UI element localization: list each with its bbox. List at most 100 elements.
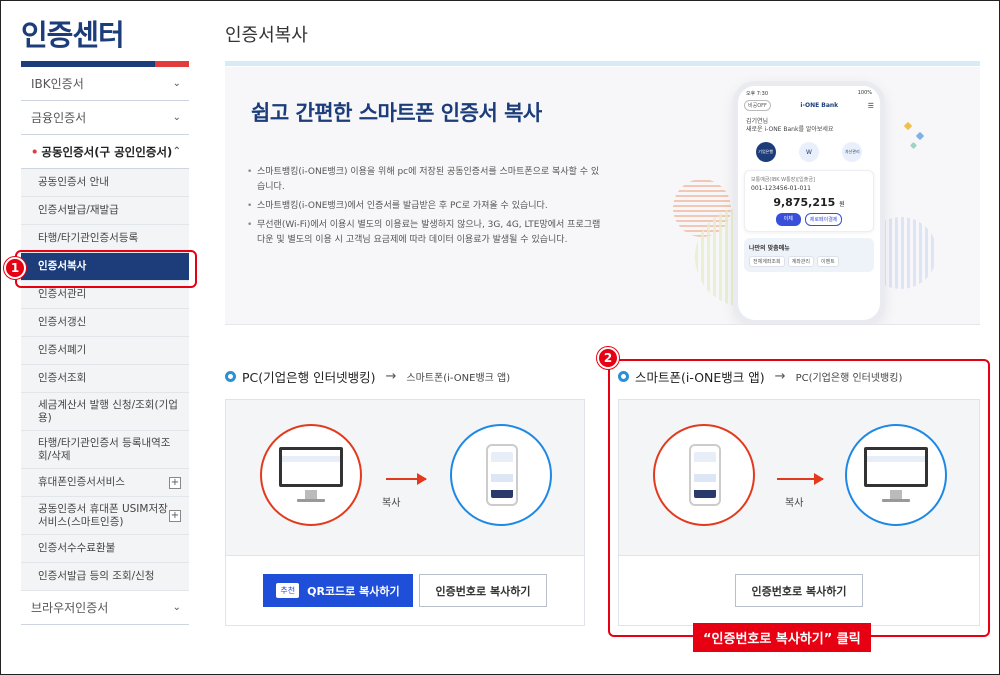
section-subtitle: 스마트폰(i-ONE뱅크 앱) [406,373,511,384]
sidebar-subitem-label: 타행/타기관인증서등록 [38,232,139,244]
sidebar-subitem-issue-inquiry[interactable]: 인증서발급 등의 조회/신청 [21,563,189,591]
monitor-icon [279,447,343,487]
hero-heading: 쉽고 간편한 스마트폰 인증서 복사 [251,101,542,125]
sidebar: 인증센터 IBK인증서 ⌄ 금융인증서 ⌄ 공동인증서(구 공인인증서) ⌃ 공… [21,11,189,625]
phone-zeropay-button: 제로페이결제 [804,213,843,226]
phone-quick-icons: 기업은행 W 자산관리 [738,138,880,166]
phone-mockup: 오후 7:30 100% 비공OFF i-ONE Bank ☰ 김기연님 새로운… [733,81,885,324]
recommend-tag: 추천 [276,583,300,598]
phone-account-name: 보통예금(IBK W통장)[입출금] [751,177,815,183]
section-pc-to-phone-heading: PC(기업은행 인터넷뱅킹) → 스마트폰(i-ONE뱅크 앱) [225,367,510,386]
sidebar-subitem-tax-invoice[interactable]: 세금계산서 발행 신청/조회(기업용) [21,393,189,431]
sidebar-subitem-label: 휴대폰인증서서비스 [38,476,125,488]
sidebar-subitem-label: 인증서조회 [38,372,87,384]
sidebar-subitem-label: 인증서갱신 [38,316,87,328]
panel-pc-to-phone: 복사 추천 QR코드로 복사하기 인증번호로 복사하기 [225,399,585,626]
sidebar-subitem-label: 세금계산서 발행 신청/조회(기업용) [38,398,178,424]
phone-menu-tags: 전체계좌조회 계좌관리 이벤트 [749,256,869,267]
chevron-down-icon: ⌄ [172,78,181,89]
sidebar-item-label: IBK인증서 [31,77,84,91]
sidebar-title-bar [21,61,189,67]
phone-menu-tag: 전체계좌조회 [749,256,785,267]
page-title: 인증서복사 [225,25,308,46]
sidebar-item-label: 브라우저인증서 [31,601,109,615]
panel-actions: 추천 QR코드로 복사하기 인증번호로 복사하기 [226,555,584,625]
chevron-down-icon: ⌄ [172,602,181,613]
phone-icon-label: 기업은행 [758,149,774,154]
asset-icon: 자산관리 [842,142,863,162]
sidebar-subitem-renew[interactable]: 인증서갱신 [21,309,189,337]
phone-transfer-button: 이체 [775,213,801,226]
phone-account-card: 보통예금(IBK W통장)[입출금] 001-123456-01-011 9,8… [744,170,874,232]
qr-copy-button[interactable]: 추천 QR코드로 복사하기 [263,574,413,607]
highlight-box-phone-to-pc [608,359,990,637]
sidebar-subitem-issue[interactable]: 인증서발급/재발급 [21,197,189,225]
phone-account-number: 001-123456-01-011 [751,185,811,192]
phone-icon-label: W [806,148,812,156]
sidebar-item-browser-cert[interactable]: 브라우저인증서 ⌄ [21,591,189,625]
hero-bullet: 스마트뱅킹(i-ONE뱅크) 이용을 위해 pc에 저장된 공동인증서를 스마트… [247,165,607,195]
plus-icon[interactable]: + [169,476,181,489]
sidebar-title: 인증센터 [21,18,125,52]
sidebar-item-ibk-cert[interactable]: IBK인증서 ⌄ [21,67,189,101]
arrow-right-icon [386,473,427,485]
hero-banner: 쉽고 간편한 스마트폰 인증서 복사 스마트뱅킹(i-ONE뱅크) 이용을 위해… [225,67,980,325]
hero-bullets: 스마트뱅킹(i-ONE뱅크) 이용을 위해 pc에 저장된 공동인증서를 스마트… [247,165,607,252]
phone-bank-name: i-ONE Bank [800,102,839,109]
sidebar-subitem-other-bank-history[interactable]: 타행/타기관인증서 등록내역조회/삭제 [21,431,189,469]
phone-pill: 비공OFF [744,100,771,111]
sidebar-subitem-revoke[interactable]: 인증서폐기 [21,337,189,365]
hero-bullet: 무선랜(Wi-Fi)에서 이용시 별도의 이용료는 발생하지 않으나, 3G, … [247,218,607,248]
section-title: PC(기업은행 인터넷뱅킹) [242,370,376,385]
decor-sparkle [915,131,925,141]
hero-bullet: 스마트뱅킹(i-ONE뱅크)에서 인증서를 발급받은 후 PC로 가져올 수 있… [247,199,607,214]
step-badge-1: 1 [4,257,26,279]
title-divider [225,61,980,66]
plus-icon[interactable]: + [169,509,181,522]
step-badge-2: 2 [597,347,619,369]
phone-greeting-msg: 새로운 i-ONE Bank를 알아보세요 [746,126,834,133]
sidebar-subitem-label: 인증서폐기 [38,344,87,356]
phone-custom-menu: 나만의 맞춤메뉴 전체계좌조회 계좌관리 이벤트 [744,238,874,272]
sidebar-subitem-label: 인증서발급/재발급 [38,204,119,216]
phone-greeting-name: 김기연님 [746,118,769,125]
auth-number-copy-button[interactable]: 인증번호로 복사하기 [419,574,547,607]
smartphone-icon [486,444,518,506]
click-callout: “인증번호로 복사하기” 클릭 [693,623,871,652]
sidebar-subitem-label: 공동인증서 휴대폰 USIM저장서비스(스마트인증) [38,502,168,528]
phone-balance: 9,875,215 원 [751,196,867,209]
sidebar-subitem-refund[interactable]: 인증서수수료환불 [21,535,189,563]
phone-balance-amount: 9,875,215 [773,196,836,209]
phone-circle [450,424,552,526]
menu-icon: ☰ [867,101,874,110]
sidebar-subitem-mobile-cert[interactable]: 휴대폰인증서서비스 + [21,469,189,497]
phone-battery: 100% [857,90,872,96]
decor-sparkle [903,121,913,131]
phone-time: 오후 7:30 [746,91,769,97]
sidebar-item-label: 금융인증서 [31,111,87,125]
decor-sparkle [909,141,918,150]
chevron-up-icon: ⌃ [172,146,181,157]
arrow-right-icon: → [385,369,397,384]
sidebar-subitem-usim[interactable]: 공동인증서 휴대폰 USIM저장서비스(스마트인증) + [21,497,189,535]
bank-icon: 기업은행 [755,142,776,162]
button-label: 인증번호로 복사하기 [435,584,531,598]
sidebar-item-label: 공동인증서(구 공인인증서) [31,144,172,160]
chevron-down-icon: ⌄ [172,112,181,123]
sidebar-subitem-label: 공동인증서 안내 [38,176,109,188]
sidebar-subitem-inquiry[interactable]: 인증서조회 [21,365,189,393]
sidebar-subitem-guide[interactable]: 공동인증서 안내 [21,169,189,197]
sidebar-subitem-label: 인증서관리 [38,288,87,300]
phone-balance-unit: 원 [839,201,845,208]
sidebar-subitem-register[interactable]: 타행/타기관인증서등록 [21,225,189,253]
button-label: QR코드로 복사하기 [307,584,400,598]
phone-header: 비공OFF i-ONE Bank ☰ [738,97,880,114]
sidebar-subitem-label: 타행/타기관인증서 등록내역조회/삭제 [38,436,171,462]
sidebar-item-financial-cert[interactable]: 금융인증서 ⌄ [21,101,189,135]
phone-menu-tag: 이벤트 [817,256,839,267]
flow-label: 복사 [382,498,401,509]
phone-greeting: 김기연님 새로운 i-ONE Bank를 알아보세요 [738,114,880,138]
highlight-box-copy-menu [15,250,197,288]
phone-card-buttons: 이체 제로페이결제 [751,213,867,226]
sidebar-item-joint-cert[interactable]: 공동인증서(구 공인인증서) ⌃ [21,135,189,169]
